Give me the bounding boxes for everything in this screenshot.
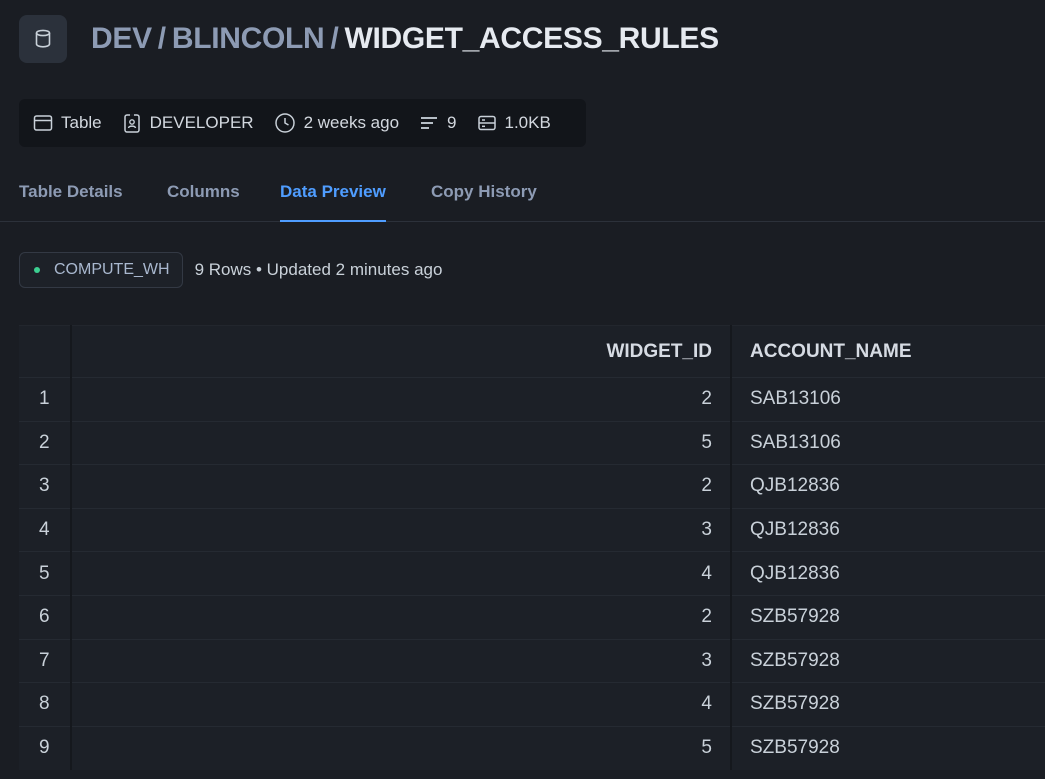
table-row: 2 5 SAB13106 xyxy=(19,420,1045,465)
cell-widget-id[interactable]: 5 xyxy=(71,420,732,465)
clock-icon xyxy=(274,113,295,133)
meta-row-count: 9 xyxy=(419,113,457,133)
tab-copy-history[interactable]: Copy History xyxy=(431,170,537,222)
row-index: 1 xyxy=(19,377,72,422)
breadcrumb-schema[interactable]: BLINCOLN xyxy=(172,22,325,55)
rows-icon xyxy=(421,117,438,129)
cell-account-name[interactable]: QJB12836 xyxy=(731,464,1045,509)
row-index: 4 xyxy=(19,507,72,552)
meta-size: 1.0KB xyxy=(477,113,551,133)
cell-widget-id[interactable]: 3 xyxy=(71,507,732,552)
cell-widget-id[interactable]: 5 xyxy=(71,725,732,770)
table-row: 6 2 SZB57928 xyxy=(19,594,1045,640)
meta-owner: DEVELOPER xyxy=(122,112,254,134)
table-meta-bar: Table DEVELOPER 2 weeks ago 9 1.0KB xyxy=(19,99,586,147)
meta-type: Table xyxy=(33,113,102,133)
table-row: 9 5 SZB57928 xyxy=(19,725,1045,770)
table-row: 7 3 SZB57928 xyxy=(19,638,1045,683)
column-header-index xyxy=(19,325,72,378)
cell-widget-id[interactable]: 4 xyxy=(71,551,732,596)
cell-account-name[interactable]: QJB12836 xyxy=(731,551,1045,596)
row-index: 7 xyxy=(19,638,72,683)
data-preview-table: WIDGET_ID ACCOUNT_NAME 1 2 SAB13106 2 5 … xyxy=(19,325,1045,770)
status-dot-icon xyxy=(34,267,40,273)
row-count-summary: 9 Rows • Updated 2 minutes ago xyxy=(194,260,443,279)
table-icon xyxy=(33,115,53,131)
cell-account-name[interactable]: SAB13106 xyxy=(731,420,1045,465)
row-index: 5 xyxy=(19,551,72,596)
tab-bar: Table Details Columns Data Preview Copy … xyxy=(0,170,1045,222)
row-index: 8 xyxy=(19,682,72,727)
page-header: DEV / BLINCOLN / WIDGET_ACCESS_RULES xyxy=(19,15,719,63)
tab-data-preview[interactable]: Data Preview xyxy=(280,170,386,222)
table-row: 4 3 QJB12836 xyxy=(19,507,1045,552)
table-row: 5 4 QJB12836 xyxy=(19,551,1045,596)
row-index: 3 xyxy=(19,464,72,509)
cell-account-name[interactable]: SZB57928 xyxy=(731,638,1045,683)
column-header-widget-id[interactable]: WIDGET_ID xyxy=(71,325,732,378)
cell-account-name[interactable]: QJB12836 xyxy=(731,507,1045,552)
cell-widget-id[interactable]: 3 xyxy=(71,638,732,683)
preview-status: COMPUTE_WH 9 Rows • Updated 2 minutes ag… xyxy=(19,252,442,288)
row-index: 6 xyxy=(19,594,72,640)
table-name: WIDGET_ACCESS_RULES xyxy=(344,22,719,55)
cell-account-name[interactable]: SAB13106 xyxy=(731,377,1045,422)
warehouse-selector[interactable]: COMPUTE_WH xyxy=(19,252,183,288)
meta-modified: 2 weeks ago xyxy=(274,112,399,134)
table-row: 1 2 SAB13106 xyxy=(19,377,1045,422)
cell-widget-id[interactable]: 2 xyxy=(71,377,732,422)
page-title: DEV / BLINCOLN / WIDGET_ACCESS_RULES xyxy=(91,22,719,55)
table-header-row: WIDGET_ID ACCOUNT_NAME xyxy=(19,325,1045,378)
table-row: 8 4 SZB57928 xyxy=(19,682,1045,727)
cell-widget-id[interactable]: 2 xyxy=(71,464,732,509)
cell-widget-id[interactable]: 4 xyxy=(71,682,732,727)
breadcrumb-database[interactable]: DEV xyxy=(91,22,152,55)
role-badge-icon xyxy=(123,114,140,133)
tab-table-details[interactable]: Table Details xyxy=(19,170,123,222)
cell-account-name[interactable]: SZB57928 xyxy=(731,682,1045,727)
database-icon xyxy=(19,15,67,63)
row-index: 9 xyxy=(19,725,72,770)
table-row: 3 2 QJB12836 xyxy=(19,464,1045,509)
tab-columns[interactable]: Columns xyxy=(167,170,240,222)
storage-icon xyxy=(477,115,496,131)
cell-account-name[interactable]: SZB57928 xyxy=(731,594,1045,640)
row-index: 2 xyxy=(19,420,72,465)
cell-widget-id[interactable]: 2 xyxy=(71,594,732,640)
cell-account-name[interactable]: SZB57928 xyxy=(731,725,1045,770)
column-header-account-name[interactable]: ACCOUNT_NAME xyxy=(731,325,1045,378)
